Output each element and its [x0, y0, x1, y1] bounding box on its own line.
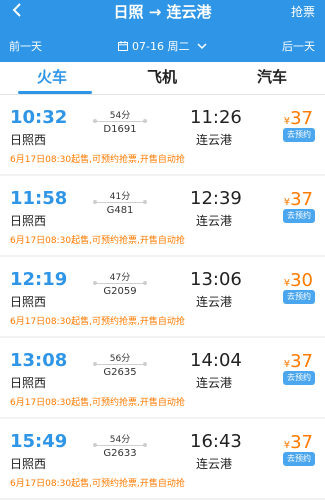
next-day-button[interactable]: 后一天: [282, 38, 315, 54]
duration-line: [93, 443, 147, 447]
sale-notice: 6月17日08:30起售,可预约抢票,开售自动抢: [10, 236, 185, 246]
train-card[interactable]: 11:58 日照西 41分 G481 12:39 连云港 ¥37 去预约 6月1…: [0, 176, 325, 255]
tab-bus[interactable]: 汽车: [257, 66, 287, 87]
price-value: 37: [290, 189, 313, 210]
grab-ticket-button[interactable]: 抢票: [291, 3, 315, 20]
arrival-station: 连云港: [196, 457, 233, 471]
arrival-station: 连云港: [196, 376, 233, 390]
arrival-station: 连云港: [196, 295, 233, 309]
duration-line: [93, 362, 147, 366]
duration-line: [93, 281, 147, 285]
price: ¥37: [284, 189, 313, 210]
arrival-time: 14:04: [190, 350, 242, 371]
price-value: 37: [290, 351, 313, 372]
sale-notice: 6月17日08:30起售,可预约抢票,开售自动抢: [10, 317, 185, 327]
price-value: 37: [290, 432, 313, 453]
selected-date: 07-16 周二: [132, 40, 190, 53]
train-card[interactable]: 13:08 日照西 56分 G2635 14:04 连云港 ¥37 去预约 6月…: [0, 338, 325, 417]
arrival-time: 12:39: [190, 188, 242, 209]
reserve-button[interactable]: 去预约: [283, 209, 315, 223]
duration-line: [93, 200, 147, 204]
calendar-icon: [118, 41, 128, 51]
arrival-station: 连云港: [196, 214, 233, 228]
sale-notice: 6月17日08:30起售,可预约抢票,开售自动抢: [10, 398, 185, 408]
train-card[interactable]: 10:32 日照西 54分 D1691 11:26 连云港 ¥37 去预约 6月…: [0, 95, 325, 174]
price: ¥37: [284, 351, 313, 372]
prev-day-button[interactable]: 前一天: [9, 38, 42, 54]
chevron-down-icon: [197, 43, 207, 50]
train-card[interactable]: 15:49 日照西 54分 G2633 16:43 连云港 ¥37 去预约 6月…: [0, 419, 325, 498]
active-tab-indicator: [18, 91, 92, 94]
price-value: 30: [290, 270, 313, 291]
reserve-button[interactable]: 去预约: [283, 371, 315, 385]
duration-line: [93, 119, 147, 123]
tab-train[interactable]: 火车: [37, 66, 67, 87]
arrival-station: 连云港: [196, 133, 233, 147]
price: ¥37: [284, 432, 313, 453]
train-card[interactable]: 12:19 日照西 47分 G2059 13:06 连云港 ¥30 去预约 6月…: [0, 257, 325, 336]
reserve-button[interactable]: 去预约: [283, 128, 315, 142]
price-value: 37: [290, 108, 313, 129]
reserve-button[interactable]: 去预约: [283, 452, 315, 466]
arrival-time: 13:06: [190, 269, 242, 290]
arrival-time: 11:26: [190, 107, 242, 128]
transport-tabs: 火车 飞机 汽车: [0, 62, 325, 95]
sale-notice: 6月17日08:30起售,可预约抢票,开售自动抢: [10, 479, 185, 489]
route-title: 日照 → 连云港: [113, 3, 212, 21]
reserve-button[interactable]: 去预约: [283, 290, 315, 304]
sale-notice: 6月17日08:30起售,可预约抢票,开售自动抢: [10, 155, 185, 165]
arrival-time: 16:43: [190, 431, 242, 452]
tab-flight[interactable]: 飞机: [147, 66, 177, 87]
price: ¥30: [284, 270, 313, 291]
top-header: 日照 → 连云港 抢票 前一天 07-16 周二 后一天: [0, 0, 325, 62]
price: ¥37: [284, 108, 313, 129]
date-picker[interactable]: 07-16 周二: [118, 38, 207, 54]
